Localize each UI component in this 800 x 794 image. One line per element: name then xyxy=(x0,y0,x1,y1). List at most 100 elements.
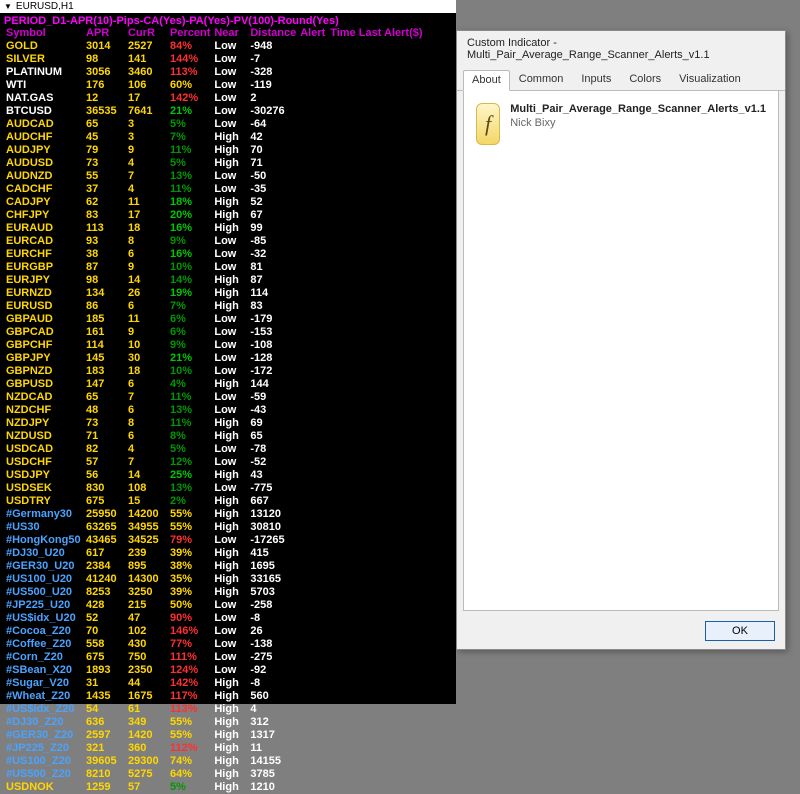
col-curr: CurR xyxy=(126,27,168,40)
cell-time xyxy=(328,703,424,716)
cell-near: High xyxy=(212,430,248,443)
cell-time xyxy=(328,222,424,235)
table-row: EURGBP87910%Low81 xyxy=(4,261,425,274)
cell-time xyxy=(328,625,424,638)
cell-apr: 38 xyxy=(84,248,126,261)
cell-curr: 4 xyxy=(126,443,168,456)
cell-percent: 25% xyxy=(168,469,212,482)
cell-apr: 43465 xyxy=(84,534,126,547)
cell-symbol: EURCHF xyxy=(4,248,84,261)
tab-colors[interactable]: Colors xyxy=(620,69,670,90)
cell-percent: 13% xyxy=(168,170,212,183)
cell-apr: 37 xyxy=(84,183,126,196)
scanner-table: Symbol APR CurR Percent Near Distance Al… xyxy=(4,27,425,794)
cell-near: Low xyxy=(212,248,248,261)
col-alert: Alert xyxy=(298,27,328,40)
cell-time xyxy=(328,560,424,573)
cell-percent: 142% xyxy=(168,677,212,690)
cell-curr: 102 xyxy=(126,625,168,638)
cell-alert xyxy=(298,469,328,482)
cell-distance: 70 xyxy=(248,144,298,157)
cell-distance: -7 xyxy=(248,53,298,66)
cell-percent: 50% xyxy=(168,599,212,612)
cell-percent: 111% xyxy=(168,651,212,664)
cell-symbol: NAT.GAS xyxy=(4,92,84,105)
cell-symbol: EURUSD xyxy=(4,300,84,313)
tab-visualization[interactable]: Visualization xyxy=(670,69,750,90)
cell-distance: 3785 xyxy=(248,768,298,781)
cell-symbol: NZDCHF xyxy=(4,404,84,417)
cell-percent: 11% xyxy=(168,144,212,157)
table-row: EURCAD9389%Low-85 xyxy=(4,235,425,248)
tab-common[interactable]: Common xyxy=(510,69,573,90)
tab-inputs[interactable]: Inputs xyxy=(572,69,620,90)
cell-near: Low xyxy=(212,534,248,547)
cell-alert xyxy=(298,183,328,196)
cell-time xyxy=(328,79,424,92)
col-distance: Distance xyxy=(248,27,298,40)
table-row: CADJPY621118%High52 xyxy=(4,196,425,209)
table-row: NZDUSD7168%High65 xyxy=(4,430,425,443)
dialog-tabs: About Common Inputs Colors Visualization xyxy=(457,69,785,91)
cell-time xyxy=(328,92,424,105)
cell-curr: 7 xyxy=(126,170,168,183)
cell-curr: 239 xyxy=(126,547,168,560)
cell-curr: 47 xyxy=(126,612,168,625)
cell-alert xyxy=(298,625,328,638)
cell-near: Low xyxy=(212,664,248,677)
cell-symbol: #US500_U20 xyxy=(4,586,84,599)
ok-button[interactable]: OK xyxy=(705,621,775,641)
cell-time xyxy=(328,417,424,430)
cell-apr: 73 xyxy=(84,417,126,430)
cell-apr: 636 xyxy=(84,716,126,729)
cell-alert xyxy=(298,742,328,755)
cell-alert xyxy=(298,209,328,222)
cell-symbol: SILVER xyxy=(4,53,84,66)
cell-symbol: GBPAUD xyxy=(4,313,84,326)
cell-near: High xyxy=(212,144,248,157)
table-row: GBPCHF114109%Low-108 xyxy=(4,339,425,352)
table-row: USDSEK83010813%Low-775 xyxy=(4,482,425,495)
table-row: #JP225_U2042821550%Low-258 xyxy=(4,599,425,612)
chart-area: ▼ EURUSD,H1 PERIOD_D1-APR(10)-Pips-CA(Ye… xyxy=(0,0,456,704)
cell-alert xyxy=(298,170,328,183)
cell-distance: 71 xyxy=(248,157,298,170)
cell-near: High xyxy=(212,157,248,170)
cell-curr: 14200 xyxy=(126,508,168,521)
cell-percent: 84% xyxy=(168,40,212,53)
cell-symbol: #Germany30 xyxy=(4,508,84,521)
cell-time xyxy=(328,404,424,417)
cell-alert xyxy=(298,586,328,599)
table-row: #Coffee_Z2055843077%Low-138 xyxy=(4,638,425,651)
cell-alert xyxy=(298,534,328,547)
cell-apr: 185 xyxy=(84,313,126,326)
cell-percent: 20% xyxy=(168,209,212,222)
cell-alert xyxy=(298,638,328,651)
cell-curr: 2350 xyxy=(126,664,168,677)
cell-near: Low xyxy=(212,326,248,339)
cell-distance: 69 xyxy=(248,417,298,430)
indicator-properties-dialog[interactable]: Custom Indicator - Multi_Pair_Average_Ra… xyxy=(456,30,786,650)
tab-about[interactable]: About xyxy=(463,70,510,91)
cell-time xyxy=(328,469,424,482)
table-row: WTI17610660%Low-119 xyxy=(4,79,425,92)
table-row: PLATINUM30563460113%Low-328 xyxy=(4,66,425,79)
cell-distance: 5703 xyxy=(248,586,298,599)
cell-apr: 161 xyxy=(84,326,126,339)
table-row: #US$idx_U20524790%Low-8 xyxy=(4,612,425,625)
cell-apr: 147 xyxy=(84,378,126,391)
cell-symbol: GBPCAD xyxy=(4,326,84,339)
cell-apr: 63265 xyxy=(84,521,126,534)
cell-apr: 176 xyxy=(84,79,126,92)
cell-alert xyxy=(298,495,328,508)
cell-symbol: USDSEK xyxy=(4,482,84,495)
cell-apr: 41240 xyxy=(84,573,126,586)
cell-curr: 57 xyxy=(126,781,168,794)
cell-symbol: CHFJPY xyxy=(4,209,84,222)
cell-curr: 17 xyxy=(126,92,168,105)
cell-symbol: #JP225_Z20 xyxy=(4,742,84,755)
cell-alert xyxy=(298,443,328,456)
col-percent: Percent xyxy=(168,27,212,40)
cell-symbol: NZDUSD xyxy=(4,430,84,443)
cell-distance: 560 xyxy=(248,690,298,703)
